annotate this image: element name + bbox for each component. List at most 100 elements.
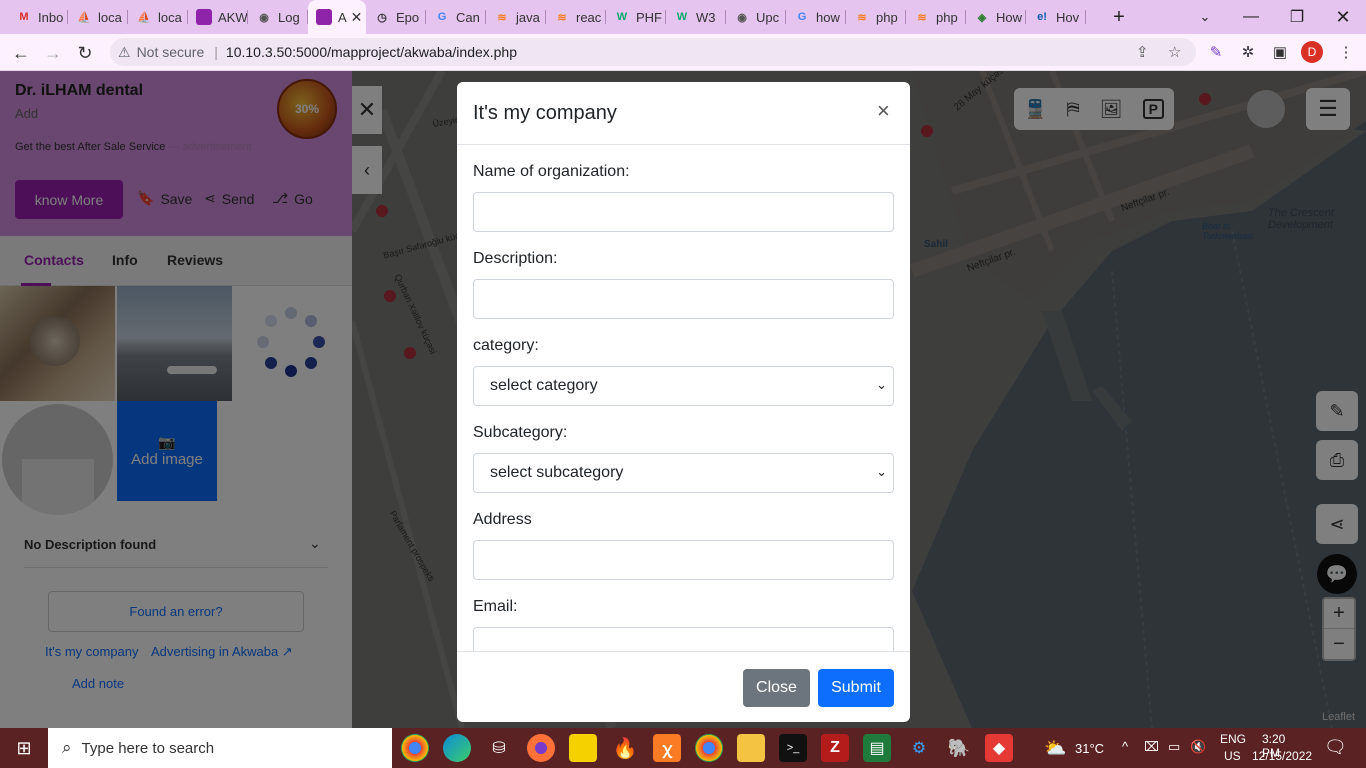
zoom-out-button[interactable]: −	[1324, 629, 1354, 659]
zoom-in-button[interactable]: +	[1324, 599, 1354, 629]
flame-app-icon[interactable]: 🔥	[611, 734, 639, 762]
close-button[interactable]: Close	[743, 669, 810, 707]
browser-tab[interactable]: ⛵ loca	[128, 0, 188, 34]
browser-tab[interactable]: ◷ Epo	[366, 0, 426, 34]
send-button[interactable]: ⋖ Send	[204, 190, 254, 207]
tab-reviews[interactable]: Reviews	[167, 252, 223, 268]
chrome-icon[interactable]	[401, 734, 429, 762]
browser-tab[interactable]: ◉ Upc	[726, 0, 786, 34]
browser-tab[interactable]: A ✕	[308, 0, 366, 34]
tab-contacts[interactable]: Contacts	[24, 252, 84, 268]
weather-temp[interactable]: 31°C	[1075, 741, 1104, 756]
volume-mute-icon[interactable]: 🔇	[1190, 739, 1206, 755]
close-tab-icon[interactable]: ✕	[351, 9, 363, 26]
chevron-down-icon[interactable]: ⌄	[309, 535, 321, 552]
add-note-link[interactable]: Add note	[72, 676, 124, 691]
chat-icon[interactable]: 💬	[1317, 554, 1357, 594]
browser-tab[interactable]: ≋ php	[906, 0, 966, 34]
xampp-icon[interactable]: ꭓ	[653, 734, 681, 762]
browser-tab[interactable]: ◈ How	[966, 0, 1026, 34]
side-panel-icon[interactable]: ▣	[1270, 42, 1290, 62]
browser-tab[interactable]: W PHF	[606, 0, 666, 34]
region-code[interactable]: US	[1224, 749, 1241, 763]
windows-start-icon[interactable]: ⊞	[0, 728, 48, 768]
tab-search-icon[interactable]: ⌄	[1192, 0, 1218, 34]
bookmark-star-icon[interactable]: ☆	[1168, 43, 1181, 61]
photo-layer-icon[interactable]: 🖼	[1100, 99, 1123, 120]
gallery-photo-2[interactable]	[117, 286, 232, 401]
taskbar-search-box[interactable]: ⌕ Type here to search	[48, 728, 392, 768]
advertisement-banner[interactable]: Dr. iLHAM dental Add Get the best After …	[0, 71, 352, 236]
collapse-panel-button[interactable]: ‹	[352, 146, 382, 194]
close-panel-button[interactable]: ✕	[352, 86, 382, 134]
extension-pen-icon[interactable]: ✎	[1206, 42, 1226, 62]
minimize-button[interactable]: —	[1236, 0, 1266, 34]
subcategory-select[interactable]: select subcategory ⌄	[473, 453, 894, 493]
submit-button[interactable]: Submit	[818, 669, 894, 707]
modal-body[interactable]: Name of organization: Description: categ…	[457, 145, 910, 651]
save-button[interactable]: 🔖 Save	[137, 190, 192, 207]
signpost-icon[interactable]: ⛿	[1067, 99, 1080, 120]
wifi-icon[interactable]: ▭	[1168, 739, 1180, 755]
notifications-icon[interactable]: 🗨	[1324, 737, 1347, 758]
network-admin-icon[interactable]: ⚙	[905, 734, 933, 762]
add-image-button[interactable]: 📷 Add image	[117, 401, 217, 501]
edge-icon[interactable]	[443, 734, 471, 762]
email-input[interactable]	[473, 627, 894, 651]
tray-chevron-up-icon[interactable]: ^	[1122, 739, 1128, 754]
anydesk-icon[interactable]: ◆	[985, 734, 1013, 762]
browser-tab[interactable]: ≋ reac	[546, 0, 606, 34]
category-select[interactable]: select category ⌄	[473, 366, 894, 406]
found-error-button[interactable]: Found an error?	[48, 591, 304, 632]
address-input[interactable]	[473, 540, 894, 580]
parking-icon[interactable]: P	[1142, 99, 1164, 119]
transit-icon[interactable]: 🚆	[1024, 99, 1046, 120]
browser-tab[interactable]: G Can	[426, 0, 486, 34]
browser-tab[interactable]: e! Hov	[1026, 0, 1086, 34]
language-code[interactable]: ENG	[1220, 732, 1246, 746]
organization-name-input[interactable]	[473, 192, 894, 232]
browser-tab[interactable]: ⛵ loca	[68, 0, 128, 34]
profile-avatar[interactable]: D	[1301, 41, 1323, 63]
menu-kebab-icon[interactable]: ⋮	[1336, 42, 1356, 62]
print-icon[interactable]: ⎙	[1316, 440, 1358, 480]
browser-tab[interactable]: M Inbo	[8, 0, 68, 34]
reload-button[interactable]: ↻	[72, 40, 98, 66]
new-tab-button[interactable]: +	[1106, 0, 1132, 34]
browser-tab[interactable]: ≋ php	[846, 0, 906, 34]
ruler-icon[interactable]: ✎	[1316, 391, 1358, 431]
map-style-thumbnail[interactable]	[1247, 90, 1285, 128]
close-window-button[interactable]: ✕	[1328, 0, 1358, 34]
chrome-profile-icon[interactable]	[695, 734, 723, 762]
security-indicator[interactable]: ⚠ Not secure	[118, 44, 204, 61]
network-tool-icon[interactable]: ⛁	[485, 734, 513, 762]
weather-icon[interactable]: ⛅	[1044, 738, 1066, 759]
url-text[interactable]: 10.10.3.50:5000/mapproject/akwaba/index.…	[226, 44, 517, 60]
network-icon[interactable]: ⌧	[1144, 739, 1159, 755]
clock-date[interactable]: 12/15/2022	[1252, 749, 1312, 763]
back-button[interactable]: ←	[8, 40, 34, 66]
its-my-company-link[interactable]: It's my company	[45, 644, 139, 659]
share-icon[interactable]: ⇪	[1136, 43, 1149, 61]
browser-tab[interactable]: ≋ java	[486, 0, 546, 34]
advertising-link[interactable]: Advertising in Akwaba ↗	[151, 644, 293, 660]
postgresql-icon[interactable]: 🐘	[945, 734, 973, 762]
close-icon[interactable]: ×	[877, 98, 890, 124]
terminal-icon[interactable]: >_	[779, 734, 807, 762]
forward-button[interactable]: →	[40, 40, 66, 66]
sticky-notes-icon[interactable]	[569, 734, 597, 762]
restore-button[interactable]: ❐	[1282, 0, 1312, 34]
know-more-button[interactable]: know More	[15, 180, 123, 219]
tab-info[interactable]: Info	[112, 252, 138, 268]
gallery-photo-1[interactable]	[0, 286, 115, 401]
browser-tab[interactable]: W W3	[666, 0, 726, 34]
browser-tab[interactable]: Ghow	[786, 0, 846, 34]
no-description-toggle[interactable]: No Description found	[24, 537, 156, 552]
go-button[interactable]: ⎇ Go	[272, 190, 313, 207]
browser-tab[interactable]: ◉ Log	[248, 0, 308, 34]
leaflet-attribution[interactable]: Leaflet	[1322, 711, 1355, 723]
extensions-puzzle-icon[interactable]: ✲	[1238, 42, 1258, 62]
file-explorer-icon[interactable]	[737, 734, 765, 762]
description-input[interactable]	[473, 279, 894, 319]
firefox-icon[interactable]	[527, 734, 555, 762]
